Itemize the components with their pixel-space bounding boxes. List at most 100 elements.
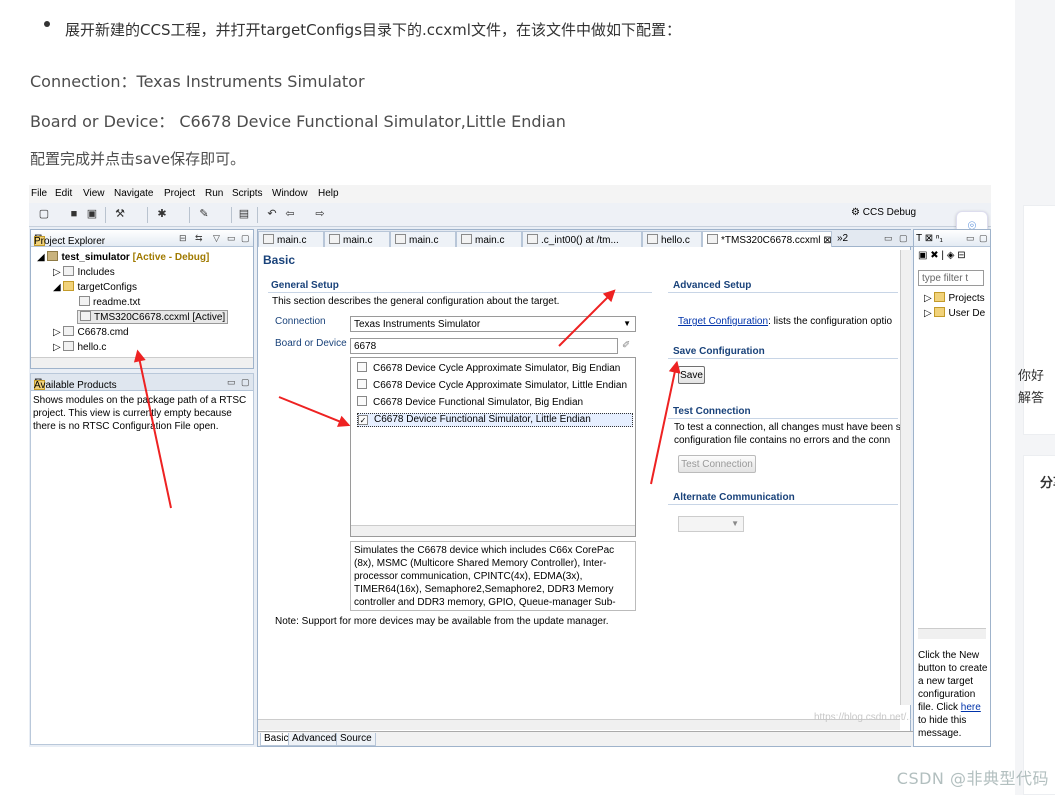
- clear-filter-icon[interactable]: ✐: [622, 340, 630, 351]
- tab-ccxml[interactable]: *TMS320C6678.ccxml ⊠: [702, 231, 832, 247]
- maximize-icon[interactable]: ▢: [241, 377, 250, 388]
- horizontal-scrollbar[interactable]: [918, 628, 986, 639]
- tab-main-c[interactable]: main.c: [456, 231, 522, 247]
- target-configuration-text: Target Configuration: lists the configur…: [678, 316, 893, 327]
- available-products-text: there is no RTSC Configuration File open…: [33, 421, 219, 432]
- save-button[interactable]: Save: [678, 366, 705, 384]
- connection-label: Connection: [275, 316, 326, 327]
- view-tab[interactable]: T ⊠ ⁿ₁: [916, 233, 943, 244]
- minimize-icon[interactable]: ▭: [227, 377, 236, 388]
- view-toolbar-icons[interactable]: ▣ ✖ | ◈ ⊟: [918, 250, 966, 261]
- tree-includes[interactable]: ▷ Includes: [53, 266, 115, 278]
- eclipse-window: File Edit View Navigate Project Run Scri…: [29, 185, 991, 747]
- checkbox[interactable]: [357, 396, 367, 406]
- menu-navigate[interactable]: Navigate: [114, 188, 153, 199]
- filter-input[interactable]: type filter t: [918, 270, 984, 286]
- toolbar-separator: [189, 207, 190, 223]
- connection-select[interactable]: Texas Instruments Simulator ▼: [350, 316, 636, 332]
- section-divider: [268, 292, 652, 293]
- tree-readme[interactable]: readme.txt: [79, 296, 140, 308]
- link-editor-icon[interactable]: ⇆: [195, 233, 203, 244]
- back-icon[interactable]: ⇦: [283, 207, 297, 221]
- checkbox[interactable]: [357, 379, 367, 389]
- board-filter-input[interactable]: 6678: [350, 338, 618, 354]
- menu-run[interactable]: Run: [205, 188, 223, 199]
- folder-icon: [934, 292, 946, 302]
- menu-view[interactable]: View: [83, 188, 105, 199]
- tree-user-defined[interactable]: ▷ User De: [924, 307, 985, 319]
- collapse-all-icon[interactable]: ⊟: [179, 233, 187, 244]
- help-text: to hide this: [918, 715, 967, 726]
- tab-hello-c[interactable]: hello.c: [642, 231, 702, 247]
- tab-main-c[interactable]: main.c: [324, 231, 390, 247]
- tree-project[interactable]: ◢ test_simulator [Active - Debug]: [37, 251, 209, 263]
- menu-bar: File Edit View Navigate Project Run Scri…: [29, 185, 991, 203]
- build-icon[interactable]: ⚒: [113, 207, 127, 221]
- maximize-icon[interactable]: ▢: [979, 233, 988, 244]
- vertical-scrollbar[interactable]: [900, 250, 911, 705]
- minimize-icon[interactable]: ▭: [966, 233, 975, 244]
- available-products-title[interactable]: Available Products ⊠: [34, 377, 117, 391]
- tree-ccxml[interactable]: TMS320C6678.ccxml [Active]: [77, 310, 229, 324]
- horizontal-scrollbar[interactable]: [351, 525, 635, 536]
- device-item-selected[interactable]: ✓ C6678 Device Functional Simulator, Litt…: [357, 413, 633, 427]
- tree-cmd[interactable]: ▷ C6678.cmd: [53, 326, 129, 338]
- horizontal-scrollbar[interactable]: [258, 719, 900, 730]
- view-menu-icon[interactable]: ▽: [213, 233, 220, 244]
- tab-c-int00[interactable]: .c_int00() at /tm...: [522, 231, 642, 247]
- tree-hello[interactable]: ▷ hello.c: [53, 341, 106, 353]
- project-explorer-title[interactable]: Project Explorer ⊠: [34, 233, 105, 247]
- pin-icon[interactable]: ✎: [197, 207, 211, 221]
- toolbar-separator: [231, 207, 232, 223]
- debug-icon[interactable]: ✱: [155, 207, 169, 221]
- tree-projects[interactable]: ▷ Projects: [924, 292, 985, 304]
- c-file-icon: [395, 234, 406, 244]
- update-note: Note: Support for more devices may be av…: [275, 616, 609, 627]
- section-divider: [668, 358, 898, 359]
- save-all-icon[interactable]: ▣: [85, 207, 99, 221]
- description-line: (8x), MSMC (Multicore Shared Memory Cont…: [354, 558, 607, 569]
- device-description: Simulates the C6678 device which include…: [350, 541, 636, 611]
- editor-bottom-tabs: Basic Advanced Source: [258, 731, 914, 746]
- menu-window[interactable]: Window: [272, 188, 308, 199]
- alternate-communication-select[interactable]: ▼: [678, 516, 744, 532]
- save-icon[interactable]: ■: [67, 207, 81, 221]
- toolbar: ▢ ■ ▣ ⚒ ✱ ✎ ▤ ↶ ⇦ ⇨ ⚙ CCS Debug ⌾: [29, 203, 991, 239]
- minimize-icon[interactable]: ▭: [884, 233, 893, 244]
- menu-help[interactable]: Help: [318, 188, 339, 199]
- perspective-ccs-debug[interactable]: ⚙ CCS Debug: [851, 207, 916, 218]
- tab-main-c[interactable]: main.c: [258, 231, 324, 247]
- checkbox-checked[interactable]: ✓: [358, 415, 368, 425]
- toolbar-separator: [147, 207, 148, 223]
- tab-advanced[interactable]: Advanced: [288, 733, 341, 746]
- target-configuration-link[interactable]: Target Configuration: [678, 316, 768, 327]
- article-connection-line: Connection：Texas Instruments Simulator: [30, 72, 365, 91]
- test-connection-button[interactable]: Test Connection: [678, 455, 756, 473]
- menu-file[interactable]: File: [31, 188, 47, 199]
- menu-project[interactable]: Project: [164, 188, 195, 199]
- device-item[interactable]: C6678 Device Cycle Approximate Simulator…: [357, 362, 633, 376]
- prev-edit-icon[interactable]: ↶: [265, 207, 279, 221]
- tab-main-c[interactable]: main.c: [390, 231, 456, 247]
- perspective-icon: ⚙: [851, 207, 863, 218]
- device-item[interactable]: C6678 Device Cycle Approximate Simulator…: [357, 379, 633, 393]
- new-icon[interactable]: ▢: [37, 207, 51, 221]
- tab-overflow[interactable]: »2: [833, 231, 855, 247]
- c-file-icon: [329, 234, 340, 244]
- sidebar-text: 你好: [1018, 369, 1045, 384]
- tree-targetconfigs[interactable]: ◢ targetConfigs: [53, 281, 137, 293]
- minimize-icon[interactable]: ▭: [227, 233, 236, 244]
- maximize-icon[interactable]: ▢: [241, 233, 250, 244]
- tab-source[interactable]: Source: [336, 733, 376, 746]
- checkbox[interactable]: [357, 362, 367, 372]
- menu-edit[interactable]: Edit: [55, 188, 72, 199]
- menu-scripts[interactable]: Scripts: [232, 188, 263, 199]
- available-products-text: Shows modules on the package path of a R…: [33, 395, 247, 406]
- c-file-icon: [263, 234, 274, 244]
- forward-icon[interactable]: ⇨: [313, 207, 327, 221]
- maximize-icon[interactable]: ▢: [899, 233, 908, 244]
- device-item[interactable]: C6678 Device Functional Simulator, Big E…: [357, 396, 633, 410]
- hide-message-link[interactable]: here: [961, 702, 981, 713]
- help-text: message.: [918, 728, 962, 739]
- console-icon[interactable]: ▤: [237, 207, 251, 221]
